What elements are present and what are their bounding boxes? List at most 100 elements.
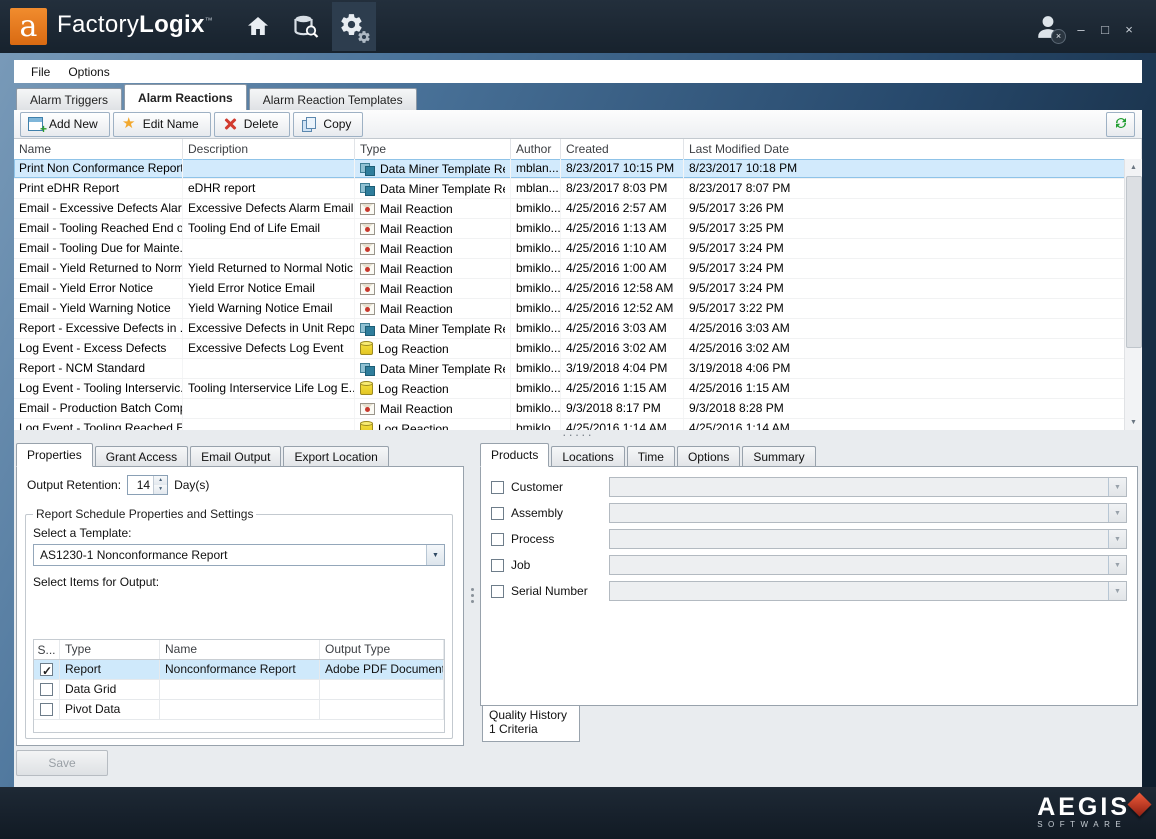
column-header-selected[interactable]: S... — [34, 640, 60, 659]
assembly-checkbox[interactable] — [491, 507, 504, 520]
output-item-row[interactable]: Report Nonconformance Report Adobe PDF D… — [34, 660, 444, 680]
table-row[interactable]: Email - Production Batch Compl...Mail Re… — [14, 399, 1125, 419]
settings-tab-active[interactable] — [332, 2, 376, 51]
cell-author: bmiklo... — [511, 359, 561, 378]
vertical-splitter[interactable] — [466, 444, 479, 746]
table-row[interactable]: Report - Excessive Defects in ...Excessi… — [14, 319, 1125, 339]
table-row[interactable]: Print Non Conformance ReportData Miner T… — [14, 159, 1125, 179]
tab-alarm-reactions[interactable]: Alarm Reactions — [124, 84, 247, 110]
table-row[interactable]: Email - Yield Returned to Norm...Yield R… — [14, 259, 1125, 279]
dataminer-icon — [360, 323, 375, 335]
cell-created: 4/25/2016 1:15 AM — [561, 379, 684, 398]
tab-alarm-triggers[interactable]: Alarm Triggers — [16, 88, 122, 110]
tab-time[interactable]: Time — [627, 446, 675, 466]
table-row[interactable]: Email - Yield Error NoticeYield Error No… — [14, 279, 1125, 299]
criteria-tabstrip: Products Locations Time Options Summary — [480, 444, 1138, 466]
column-header-name[interactable]: Name — [14, 139, 183, 159]
scroll-up-arrow[interactable]: ▲ — [1125, 159, 1142, 175]
serial-number-checkbox[interactable] — [491, 585, 504, 598]
column-header-name[interactable]: Name — [160, 640, 320, 659]
cell-modified: 9/5/2017 3:26 PM — [684, 199, 1125, 218]
tab-quality-history-criteria[interactable]: Quality History 1 Criteria — [482, 706, 580, 742]
process-combobox[interactable]: ▼ — [609, 529, 1127, 549]
delete-button[interactable]: Delete — [214, 112, 291, 137]
tab-properties[interactable]: Properties — [16, 443, 93, 467]
minimize-button[interactable]: – — [1072, 20, 1090, 38]
tab-grant-access[interactable]: Grant Access — [95, 446, 188, 466]
chevron-down-icon[interactable]: ▼ — [426, 545, 444, 565]
edit-name-button[interactable]: ★ Edit Name — [113, 112, 211, 137]
tab-export-location[interactable]: Export Location — [283, 446, 388, 466]
spinner-down-icon[interactable]: ▼ — [154, 485, 167, 494]
save-button[interactable]: Save — [16, 750, 108, 776]
template-combobox-value: AS1230-1 Nonconformance Report — [34, 545, 426, 565]
vertical-scrollbar[interactable]: ▲ ▼ — [1124, 159, 1142, 430]
table-row[interactable]: Email - Tooling Reached End o...Tooling … — [14, 219, 1125, 239]
tab-products[interactable]: Products — [480, 443, 549, 467]
refresh-icon — [1113, 115, 1129, 134]
assembly-combobox[interactable]: ▼ — [609, 503, 1127, 523]
tab-email-output[interactable]: Email Output — [190, 446, 281, 466]
column-header-description[interactable]: Description — [183, 139, 355, 159]
cell-created: 4/25/2016 2:57 AM — [561, 199, 684, 218]
mail-icon — [360, 283, 375, 295]
spinner-up-icon[interactable]: ▲ — [154, 476, 167, 485]
column-header-type[interactable]: Type — [60, 640, 160, 659]
user-icon[interactable]: × — [1028, 9, 1068, 45]
job-combobox[interactable]: ▼ — [609, 555, 1127, 575]
copy-button[interactable]: Copy — [293, 112, 363, 137]
output-items-header: S... Type Name Output Type — [34, 640, 444, 660]
customer-combobox[interactable]: ▼ — [609, 477, 1127, 497]
serial-number-label: Serial Number — [511, 584, 588, 598]
output-item-row[interactable]: Data Grid — [34, 680, 444, 700]
output-retention-spinner[interactable]: 14 ▲ ▼ — [127, 475, 168, 495]
job-checkbox[interactable] — [491, 559, 504, 572]
column-header-last-modified[interactable]: Last Modified Date — [684, 139, 1142, 159]
spinner-buttons[interactable]: ▲ ▼ — [153, 476, 167, 494]
column-header-created[interactable]: Created — [561, 139, 684, 159]
cell-name: Report - Excessive Defects in ... — [14, 319, 183, 338]
dataminer-icon — [360, 363, 375, 375]
tab-options[interactable]: Options — [677, 446, 740, 466]
output-item-row[interactable]: Pivot Data — [34, 700, 444, 720]
serial-number-combobox[interactable]: ▼ — [609, 581, 1127, 601]
item-type: Data Grid — [60, 680, 160, 699]
trademark: ™ — [205, 16, 213, 25]
add-new-icon — [28, 117, 43, 131]
maximize-button[interactable]: □ — [1096, 20, 1114, 38]
cell-description: Tooling Interservice Life Log E... — [183, 379, 355, 398]
table-row[interactable]: Log Event - Excess DefectsExcessive Defe… — [14, 339, 1125, 359]
horizontal-splitter[interactable]: ····· — [14, 430, 1142, 440]
add-new-label: Add New — [49, 117, 98, 131]
process-checkbox[interactable] — [491, 533, 504, 546]
table-row[interactable]: Log Event - Tooling Interservic...Toolin… — [14, 379, 1125, 399]
table-row[interactable]: Email - Yield Warning NoticeYield Warnin… — [14, 299, 1125, 319]
database-search-icon[interactable] — [287, 8, 323, 44]
table-row[interactable]: Email - Excessive Defects AlarmExcessive… — [14, 199, 1125, 219]
tab-locations[interactable]: Locations — [551, 446, 624, 466]
home-icon[interactable] — [240, 8, 276, 44]
menu-file[interactable]: File — [22, 63, 59, 81]
template-combobox[interactable]: AS1230-1 Nonconformance Report ▼ — [33, 544, 445, 566]
tab-summary[interactable]: Summary — [742, 446, 815, 466]
checkbox-checked[interactable] — [40, 663, 53, 676]
checkbox-unchecked[interactable] — [40, 703, 53, 716]
table-row[interactable]: Print eDHR ReporteDHR reportData Miner T… — [14, 179, 1125, 199]
add-new-button[interactable]: Add New — [20, 112, 110, 137]
customer-checkbox[interactable] — [491, 481, 504, 494]
column-header-author[interactable]: Author — [511, 139, 561, 159]
column-header-type[interactable]: Type — [355, 139, 511, 159]
cell-modified: 4/25/2016 3:03 AM — [684, 319, 1125, 338]
table-row[interactable]: Email - Tooling Due for Mainte...Mail Re… — [14, 239, 1125, 259]
mail-icon — [360, 403, 375, 415]
tab-alarm-reaction-templates[interactable]: Alarm Reaction Templates — [249, 88, 417, 110]
close-button[interactable]: × — [1120, 20, 1138, 38]
menu-options[interactable]: Options — [59, 63, 118, 81]
refresh-button[interactable] — [1106, 112, 1135, 137]
scroll-down-arrow[interactable]: ▼ — [1125, 414, 1142, 430]
column-header-output-type[interactable]: Output Type — [320, 640, 444, 659]
checkbox-unchecked[interactable] — [40, 683, 53, 696]
table-row[interactable]: Report - NCM StandardData Miner Template… — [14, 359, 1125, 379]
scrollbar-thumb[interactable] — [1126, 176, 1142, 348]
cell-created: 4/25/2016 1:00 AM — [561, 259, 684, 278]
